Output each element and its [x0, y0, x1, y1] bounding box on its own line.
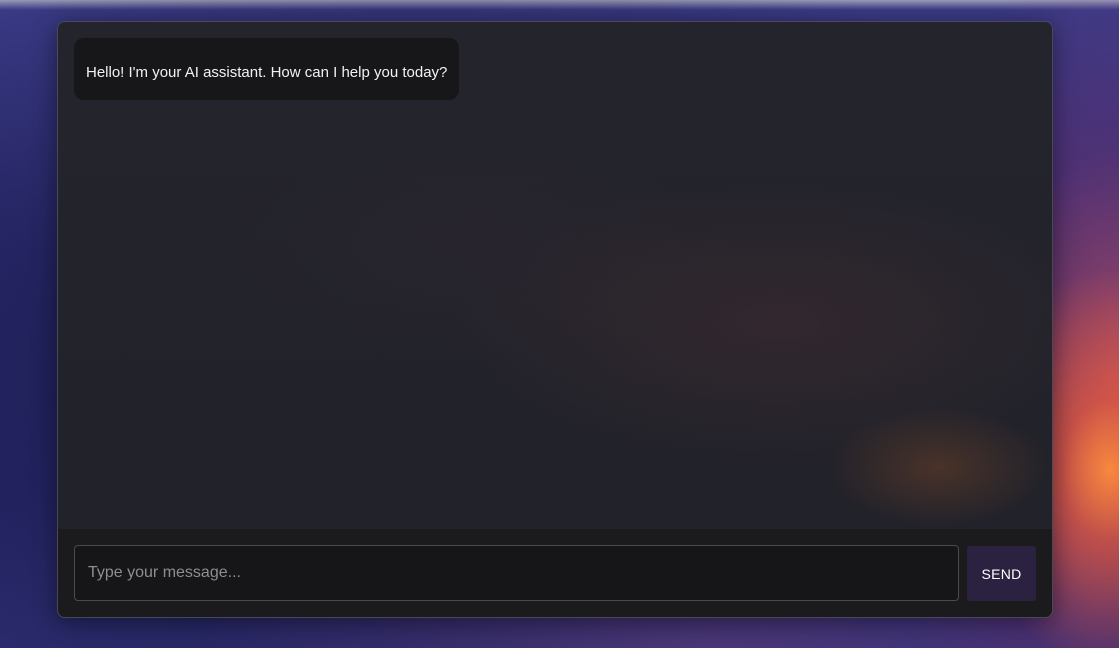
assistant-message-bubble: Hello! I'm your AI assistant. How can I … — [74, 38, 460, 100]
chat-window: Hello! I'm your AI assistant. How can I … — [57, 21, 1053, 618]
send-button[interactable]: SEND — [967, 546, 1036, 601]
message-input[interactable] — [74, 545, 959, 601]
message-list: Hello! I'm your AI assistant. How can I … — [58, 22, 1052, 529]
message-composer: SEND — [58, 529, 1052, 617]
